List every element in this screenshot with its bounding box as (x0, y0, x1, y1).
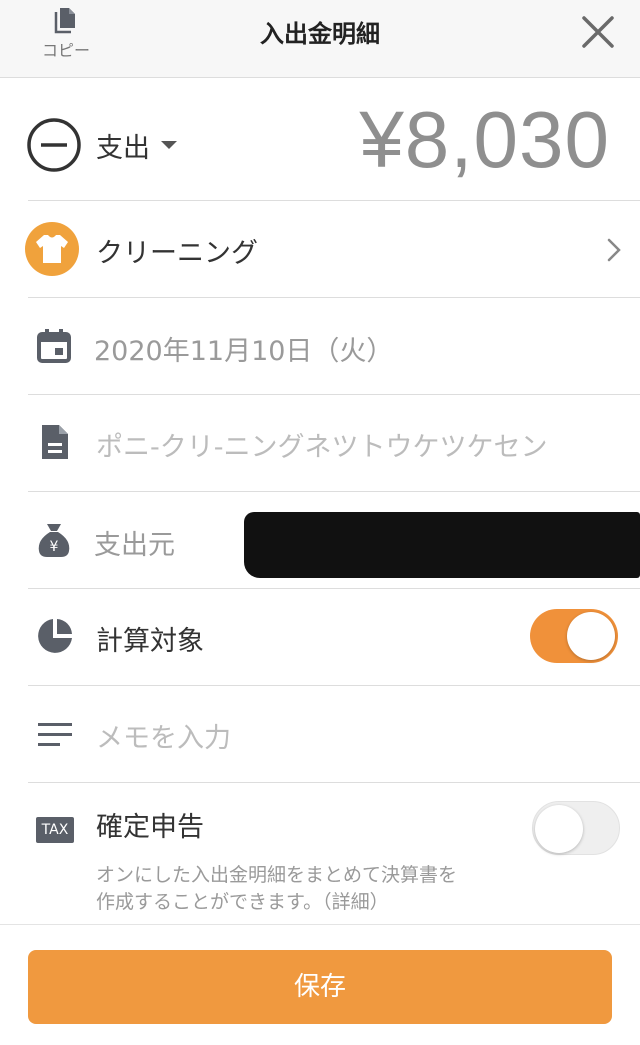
tax-description-line: オンにした入出金明細をまとめて決算書を (96, 864, 458, 886)
caret-down-icon (161, 141, 177, 149)
type-label: 支出 (96, 132, 150, 164)
tax-label: 確定申告 (96, 812, 204, 843)
calc-target-row: 計算対象 (0, 589, 640, 686)
tshirt-icon (25, 222, 79, 276)
memo-input[interactable]: メモを入力 (96, 716, 231, 755)
calendar-icon (37, 329, 71, 363)
document-icon (42, 425, 68, 459)
tax-icon: TAX (36, 817, 74, 843)
date-value: 2020年11月10日（火） (94, 336, 394, 367)
memo-lines-icon (38, 723, 72, 746)
pie-chart-icon (38, 619, 72, 653)
content-value: ポニ-クリ-ニングネツトウケツケセン (96, 432, 548, 463)
date-row[interactable]: 2020年11月10日（火） (0, 298, 640, 395)
source-label: 支出元 (94, 530, 175, 561)
svg-text:¥: ¥ (50, 539, 59, 555)
tax-toggle[interactable] (532, 801, 620, 855)
toggle-knob (567, 612, 615, 660)
chevron-right-icon (607, 238, 621, 262)
close-button[interactable] (578, 12, 618, 52)
amount-value[interactable]: ¥8,030 (359, 94, 610, 186)
category-label: クリーニング (96, 238, 258, 269)
calc-target-toggle[interactable] (530, 609, 618, 663)
calc-target-label: 計算対象 (96, 626, 204, 657)
memo-row[interactable]: メモを入力 (0, 686, 640, 783)
money-bag-icon: ¥ (38, 524, 70, 557)
content-row[interactable]: ポニ-クリ-ニングネツトウケツケセン (0, 395, 640, 492)
type-selector[interactable]: 支出 (96, 122, 180, 168)
toggle-knob (535, 805, 583, 853)
save-button[interactable]: 保存 (28, 950, 612, 1024)
minus-circle-icon[interactable] (26, 117, 82, 173)
tax-description-line[interactable]: 作成することができます。（詳細） (96, 889, 516, 916)
page-title: 入出金明細 (260, 20, 380, 48)
category-row[interactable]: クリーニング (0, 201, 640, 298)
redacted-account-name (244, 512, 640, 578)
close-icon (582, 16, 614, 48)
tax-badge-text: TAX (41, 822, 69, 838)
header-bar: コピー 入出金明細 (0, 0, 640, 78)
tax-description: オンにした入出金明細をまとめて決算書を 作成することができます。（詳細） (96, 862, 516, 916)
footer-divider (0, 924, 640, 925)
